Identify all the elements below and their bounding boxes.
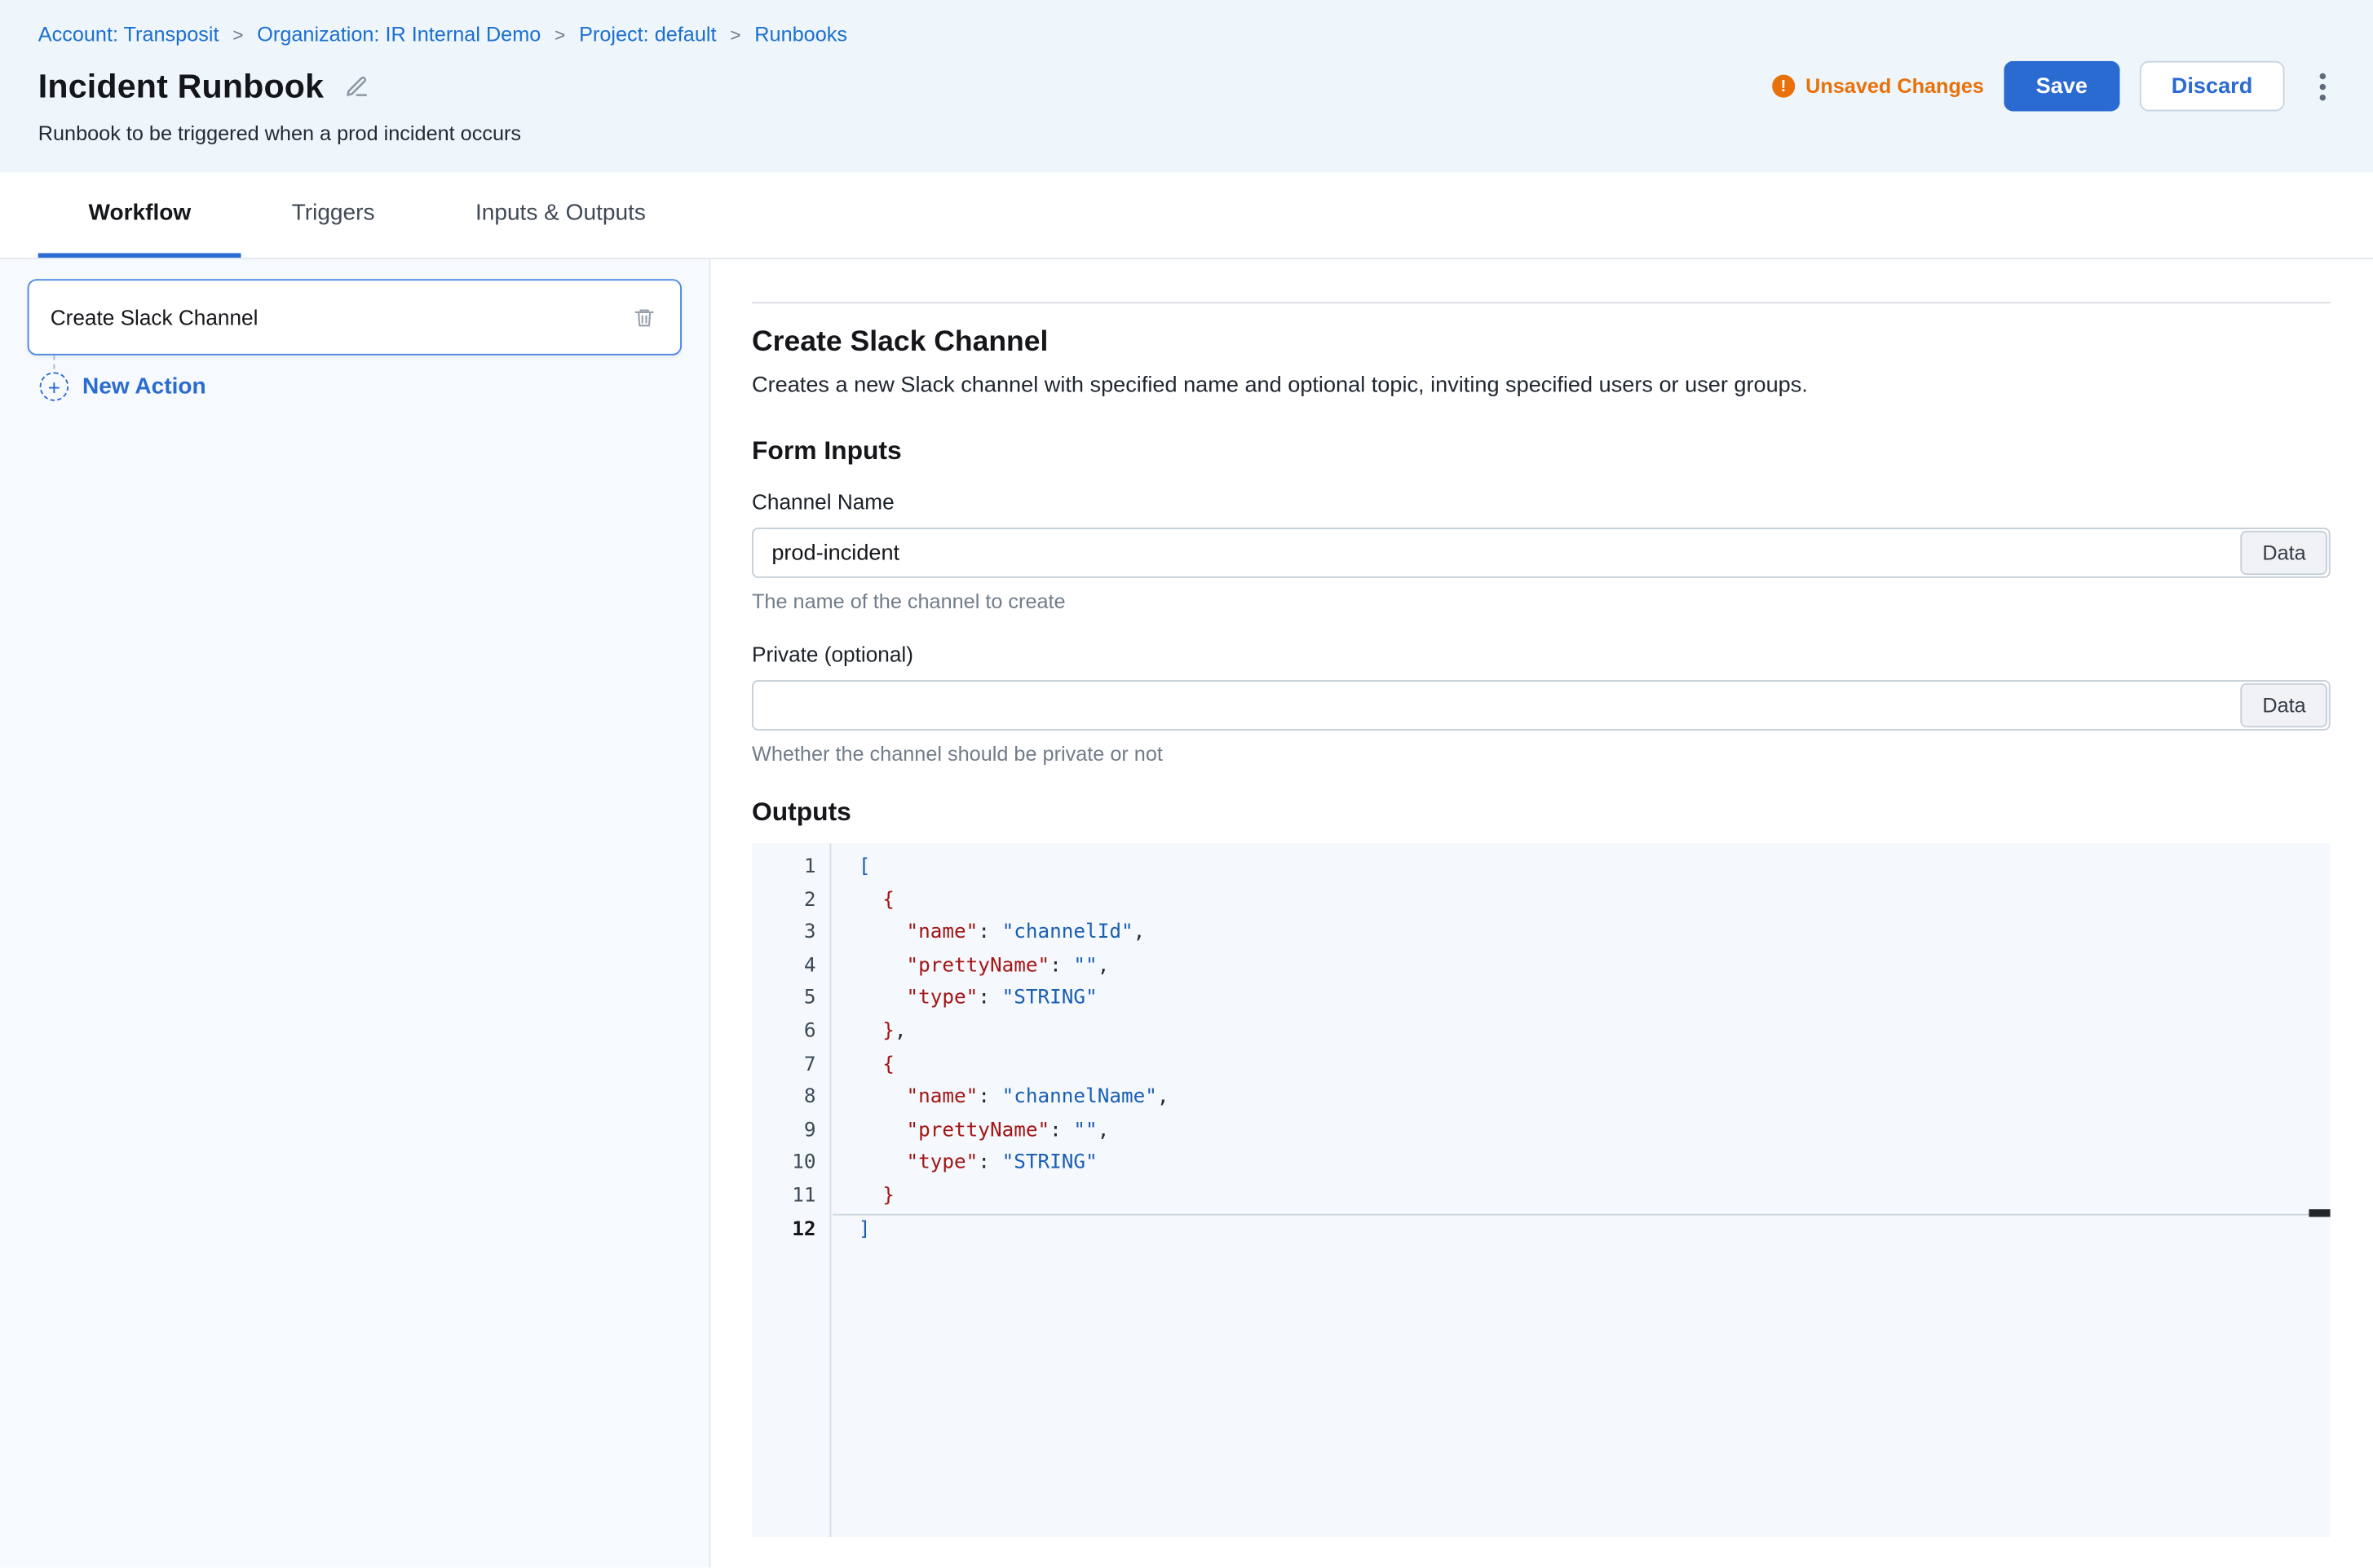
- private-label: Private (optional): [752, 640, 2331, 668]
- breadcrumb-separator-icon: >: [555, 24, 565, 45]
- divider: [752, 302, 2331, 303]
- new-action-button[interactable]: + New Action: [40, 369, 682, 404]
- breadcrumb: Account: Transposit > Organization: IR I…: [38, 23, 2335, 46]
- discard-button[interactable]: Discard: [2140, 61, 2285, 112]
- breadcrumb-separator-icon: >: [730, 24, 740, 45]
- tab-inputs-outputs[interactable]: Inputs & Outputs: [425, 172, 696, 258]
- plus-circle-icon: +: [40, 372, 69, 401]
- save-button[interactable]: Save: [2004, 61, 2119, 112]
- page-subtitle: Runbook to be triggered when a prod inci…: [38, 122, 2335, 145]
- outputs-heading: Outputs: [752, 796, 2331, 829]
- editor-gutter: 123456789101112: [752, 843, 831, 1537]
- editor-scrollbar-thumb[interactable]: [2309, 1209, 2330, 1217]
- workflow-action-card[interactable]: Create Slack Channel: [28, 279, 682, 356]
- step-connector: [53, 356, 55, 369]
- trash-icon: [633, 306, 656, 329]
- workflow-steps-panel: Create Slack Channel + New Action: [0, 259, 711, 1568]
- breadcrumb-link-runbooks[interactable]: Runbooks: [754, 23, 847, 46]
- channel-name-label: Channel Name: [752, 488, 2331, 515]
- breadcrumb-separator-icon: >: [232, 24, 243, 45]
- page-header: Account: Transposit > Organization: IR I…: [0, 0, 2373, 172]
- unsaved-changes-label: Unsaved Changes: [1805, 75, 1984, 98]
- action-card-label: Create Slack Channel: [51, 305, 259, 329]
- new-action-label: New Action: [82, 373, 206, 400]
- tab-bar: Workflow Triggers Inputs & Outputs: [0, 172, 2373, 259]
- outputs-code-editor[interactable]: 123456789101112 [ { "name": "channelId",…: [752, 843, 2331, 1537]
- edit-title-button[interactable]: [345, 74, 369, 99]
- private-help: Whether the channel should be private or…: [752, 741, 2331, 769]
- action-detail-pane: Create Slack Channel Creates a new Slack…: [711, 259, 2373, 1568]
- breadcrumb-link-organization[interactable]: Organization: IR Internal Demo: [257, 23, 541, 46]
- action-detail-title: Create Slack Channel: [752, 325, 2331, 361]
- form-inputs-heading: Form Inputs: [752, 435, 2331, 468]
- tab-triggers[interactable]: Triggers: [241, 172, 425, 258]
- page-title: Incident Runbook: [38, 66, 324, 106]
- pencil-icon: [345, 74, 369, 99]
- private-input[interactable]: [752, 680, 2331, 731]
- channel-name-help: The name of the channel to create: [752, 589, 2331, 616]
- action-detail-description: Creates a new Slack channel with specifi…: [752, 370, 2331, 400]
- unsaved-changes-status: ! Unsaved Changes: [1772, 75, 1984, 98]
- tab-workflow[interactable]: Workflow: [38, 172, 241, 258]
- warning-icon: !: [1772, 75, 1795, 98]
- editor-content-rule: [833, 1214, 2331, 1216]
- channel-name-input[interactable]: [752, 528, 2331, 578]
- private-data-button[interactable]: Data: [2241, 683, 2327, 727]
- editor-code[interactable]: [ { "name": "channelId", "prettyName": "…: [831, 843, 2330, 1537]
- app-window: Account: Transposit > Organization: IR I…: [0, 0, 2373, 1568]
- more-options-button[interactable]: [2310, 64, 2335, 108]
- breadcrumb-link-account[interactable]: Account: Transposit: [38, 23, 219, 46]
- channel-name-data-button[interactable]: Data: [2241, 531, 2327, 575]
- breadcrumb-link-project[interactable]: Project: default: [579, 23, 716, 46]
- kebab-icon: [2320, 73, 2326, 78]
- delete-action-button[interactable]: [630, 303, 659, 332]
